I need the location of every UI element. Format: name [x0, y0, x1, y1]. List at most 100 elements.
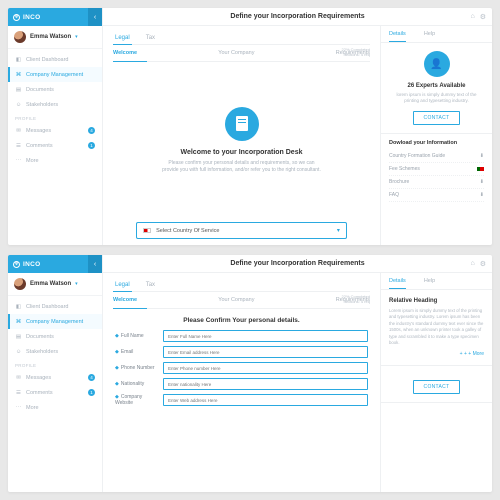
- step-welcome[interactable]: Welcome: [113, 50, 137, 56]
- topbar: Define your Incorporation Requirements ⌂…: [103, 255, 492, 273]
- people-icon: ☺: [15, 348, 22, 355]
- avatar: [14, 31, 26, 43]
- people-icon: ☺: [15, 101, 22, 108]
- field-phone: ◆Phone Number: [115, 362, 368, 374]
- page-title: Define your Incorporation Requirements: [230, 260, 364, 267]
- tab-details[interactable]: Details: [389, 278, 406, 284]
- badge: 4: [88, 127, 95, 134]
- sidebar-header: ✻ INCO ‹: [8, 255, 102, 273]
- sidebar-item-documents[interactable]: ▤Documents: [8, 82, 102, 97]
- link-icon: ⌘: [15, 71, 22, 78]
- main: Define your Incorporation Requirements ⌂…: [103, 255, 492, 492]
- sidebar-item-company-management[interactable]: ⌘Company Management: [8, 314, 102, 329]
- content: Legal Tax Welcome Your Company Requireme…: [103, 26, 492, 245]
- country-select[interactable]: Select Country Of Service ▾: [136, 222, 347, 239]
- step-indicator: [113, 61, 147, 63]
- right-column: Details Help 👤 26 Experts Available lore…: [380, 26, 492, 245]
- primary-tabs: Legal Tax: [113, 279, 370, 292]
- download-icon: ⬇: [480, 153, 484, 159]
- sidebar-item-dashboard[interactable]: ◧Client Dashboard: [8, 299, 102, 314]
- download-item[interactable]: Brochure⬇: [389, 176, 484, 189]
- user-menu[interactable]: Emma Watson ▾: [8, 26, 102, 49]
- documents-icon: ▤: [15, 333, 22, 340]
- step-tabs: Welcome Your Company Requirements 22% Co…: [113, 292, 370, 309]
- sidebar-item-dashboard[interactable]: ◧Client Dashboard: [8, 52, 102, 67]
- badge: 1: [88, 389, 95, 396]
- chevron-down-icon: ▾: [75, 281, 78, 287]
- field-email: ◆Email: [115, 346, 368, 358]
- step-your-company[interactable]: Your Company: [218, 297, 254, 303]
- sidebar-item-documents[interactable]: ▤Documents: [8, 329, 102, 344]
- email-input[interactable]: [163, 346, 368, 358]
- primary-tabs: Legal Tax: [113, 32, 370, 45]
- tab-tax[interactable]: Tax: [144, 279, 169, 291]
- download-item[interactable]: Fee Schemes: [389, 163, 484, 176]
- contact-button[interactable]: CONTACT: [413, 380, 461, 394]
- more-icon: ⋯: [15, 157, 22, 164]
- field-nationality: ◆Nationality: [115, 378, 368, 390]
- field-fullname: ◆Full Name: [115, 330, 368, 342]
- website-input[interactable]: [163, 394, 368, 406]
- download-item[interactable]: FAQ⬇: [389, 189, 484, 202]
- relative-heading-card: Relative Heading Lorem ipsum is simply d…: [381, 290, 492, 365]
- badge: 1: [88, 142, 95, 149]
- phone-input[interactable]: [163, 362, 368, 374]
- sidebar-item-stakeholders[interactable]: ☺Stakeholders: [8, 344, 102, 359]
- home-icon[interactable]: ⌂: [470, 13, 474, 21]
- hero-title: Welcome to your Incorporation Desk: [180, 149, 302, 156]
- flag-icon: [143, 228, 151, 233]
- topbar: Define your Incorporation Requirements ⌂…: [103, 8, 492, 26]
- sidebar-item-messages[interactable]: ✉Messages4: [8, 370, 102, 385]
- right-tabs: Details Help: [381, 26, 492, 43]
- nationality-input[interactable]: [163, 378, 368, 390]
- home-icon[interactable]: ⌂: [470, 260, 474, 268]
- tab-help[interactable]: Help: [424, 31, 435, 37]
- tab-legal[interactable]: Legal: [113, 32, 144, 44]
- nav-section-label: PROFILE: [8, 359, 102, 370]
- content: Legal Tax Welcome Your Company Requireme…: [103, 273, 492, 492]
- logo-icon: ✻: [13, 14, 20, 21]
- user-name: Emma Watson: [30, 281, 71, 287]
- tab-tax[interactable]: Tax: [144, 32, 169, 44]
- download-item[interactable]: Country Formation Guide⬇: [389, 150, 484, 163]
- download-title: Dowload your Information: [389, 140, 484, 146]
- sidebar-item-comments[interactable]: ☰Comments1: [8, 385, 102, 400]
- step-indicator: [113, 308, 147, 310]
- field-website: ◆Company Website: [115, 394, 368, 406]
- sidebar-item-company-management[interactable]: ⌘Company Management: [8, 67, 102, 82]
- link-icon: ⌘: [15, 318, 22, 325]
- fullname-input[interactable]: [163, 330, 368, 342]
- documents-icon: ▤: [15, 86, 22, 93]
- step-your-company[interactable]: Your Company: [218, 50, 254, 56]
- sidebar-item-messages[interactable]: ✉Messages4: [8, 123, 102, 138]
- experts-body: lorem ipsum is simply dummy text of the …: [389, 92, 484, 105]
- nav-primary: ◧Client Dashboard ⌘Company Management ▤D…: [8, 49, 102, 171]
- brand-name: INCO: [23, 14, 40, 21]
- avatar: [14, 278, 26, 290]
- center-column: Legal Tax Welcome Your Company Requireme…: [103, 26, 380, 245]
- dashboard-icon: ◧: [15, 303, 22, 310]
- contact-button[interactable]: CONTACT: [413, 111, 461, 125]
- sidebar-item-more[interactable]: ⋯More: [8, 153, 102, 168]
- step-welcome[interactable]: Welcome: [113, 297, 137, 303]
- sidebar-item-stakeholders[interactable]: ☺Stakeholders: [8, 97, 102, 112]
- experts-icon: 👤: [424, 51, 450, 77]
- sidebar-item-more[interactable]: ⋯More: [8, 400, 102, 415]
- message-icon: ✉: [15, 374, 22, 381]
- collapse-sidebar-button[interactable]: ‹: [88, 255, 102, 273]
- sidebar-item-comments[interactable]: ☰Comments1: [8, 138, 102, 153]
- collapse-sidebar-button[interactable]: ‹: [88, 8, 102, 26]
- more-link[interactable]: + + + More: [389, 351, 484, 357]
- main: Define your Incorporation Requirements ⌂…: [103, 8, 492, 245]
- center-column: Legal Tax Welcome Your Company Requireme…: [103, 273, 380, 492]
- gear-icon[interactable]: ⚙: [480, 260, 486, 268]
- tab-help[interactable]: Help: [424, 278, 435, 284]
- gear-icon[interactable]: ⚙: [480, 13, 486, 21]
- document-icon: [225, 107, 259, 141]
- user-menu[interactable]: Emma Watson ▾: [8, 273, 102, 296]
- more-icon: ⋯: [15, 404, 22, 411]
- sidebar: ✻ INCO ‹ Emma Watson ▾ ◧Client Dashboard…: [8, 255, 103, 492]
- welcome-hero: Welcome to your Incorporation Desk Pleas…: [113, 62, 370, 214]
- tab-details[interactable]: Details: [389, 31, 406, 37]
- tab-legal[interactable]: Legal: [113, 279, 144, 291]
